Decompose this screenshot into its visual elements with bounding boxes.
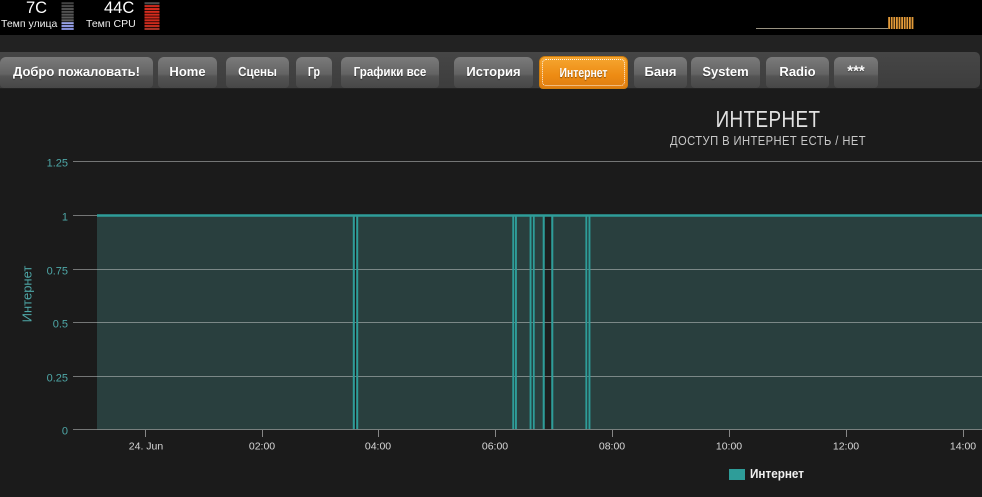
svg-text:04:00: 04:00	[365, 441, 391, 453]
svg-text:06:00: 06:00	[482, 441, 508, 453]
svg-text:0.5: 0.5	[53, 319, 68, 331]
svg-text:Интернет: Интернет	[20, 266, 35, 323]
svg-text:08:00: 08:00	[599, 441, 625, 453]
svg-text:10:00: 10:00	[716, 441, 742, 453]
svg-text:12:00: 12:00	[833, 441, 859, 453]
svg-text:0: 0	[62, 426, 68, 438]
svg-text:02:00: 02:00	[249, 441, 275, 453]
svg-text:0.25: 0.25	[47, 373, 68, 385]
svg-text:24. Jun: 24. Jun	[129, 441, 164, 453]
svg-text:0.75: 0.75	[47, 266, 68, 278]
svg-text:1.25: 1.25	[47, 158, 68, 170]
svg-text:1: 1	[62, 212, 68, 224]
svg-text:14:00: 14:00	[950, 441, 976, 453]
